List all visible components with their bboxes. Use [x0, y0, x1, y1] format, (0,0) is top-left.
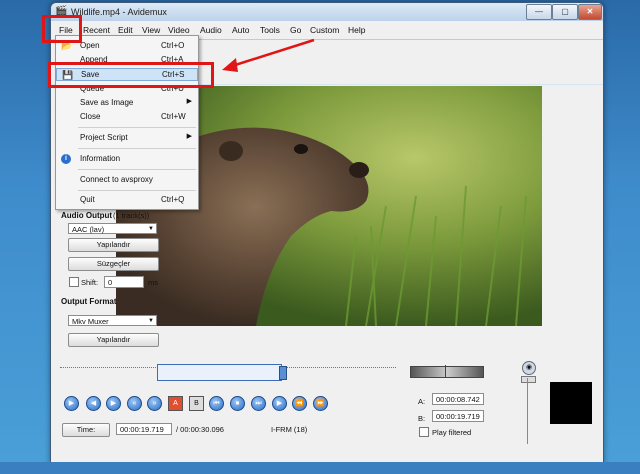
menu-item-save-as-image[interactable]: Save as Image ▶: [56, 97, 198, 110]
chevron-down-icon: ▼: [148, 226, 154, 232]
menu-item-information[interactable]: i Information: [56, 153, 198, 166]
title-bar: 🎬 Wildlife.mp4 - Avidemux — ▢ ✕: [51, 3, 603, 21]
last-frame-icon[interactable]: ▶: [272, 396, 287, 411]
frame-type: I-FRM (18): [271, 425, 308, 434]
menu-video[interactable]: Video: [168, 25, 190, 35]
play-icon[interactable]: ▶: [64, 396, 79, 411]
prev-cut-icon[interactable]: ⏮: [209, 396, 224, 411]
menu-item-project-script[interactable]: Project Script ▶: [56, 132, 198, 145]
audio-codec-value: AAC (lav): [72, 225, 105, 234]
muxer-configure-button[interactable]: Yapılandır: [68, 333, 159, 347]
shift-input[interactable]: 0: [104, 276, 144, 288]
menu-audio[interactable]: Audio: [200, 25, 222, 35]
menu-edit[interactable]: Edit: [118, 25, 133, 35]
menu-recent[interactable]: Recent: [83, 25, 110, 35]
maximize-button[interactable]: ▢: [552, 4, 578, 20]
time-button[interactable]: Time:: [62, 423, 110, 437]
muxer-select[interactable]: Mkv Muxer ▼: [68, 315, 157, 326]
rewind-icon[interactable]: ◀: [86, 396, 101, 411]
volume-slider-thumb[interactable]: [521, 376, 536, 383]
mini-preview: [550, 382, 592, 424]
menu-separator: [78, 127, 196, 128]
menu-item-quit[interactable]: Quit Ctrl+Q: [56, 194, 198, 207]
prev-keyframe-icon[interactable]: «: [127, 396, 142, 411]
menu-view[interactable]: View: [142, 25, 160, 35]
menu-item-label: Quit: [80, 195, 95, 204]
menu-item-label: Save as Image: [80, 98, 134, 107]
audio-track-count: (1 track(s)): [113, 211, 150, 220]
shift-checkbox[interactable]: [69, 277, 79, 287]
audio-filters-button[interactable]: Süzgeçler: [68, 257, 159, 271]
shift-label: Shift:: [81, 278, 99, 287]
info-icon: i: [61, 154, 71, 164]
menu-item-connect-avsproxy[interactable]: Connect to avsproxy: [56, 174, 198, 187]
end-icon[interactable]: ⏩: [313, 396, 328, 411]
menu-item-label: Information: [80, 154, 121, 163]
menu-item-shortcut: Ctrl+W: [161, 112, 186, 121]
marker-b-icon[interactable]: B: [189, 396, 204, 411]
audio-output-label: Audio Output: [61, 211, 113, 220]
close-button[interactable]: ✕: [578, 4, 602, 20]
minimize-button[interactable]: —: [526, 4, 552, 20]
timeline-slider-thumb[interactable]: [278, 366, 287, 380]
speaker-icon[interactable]: ◉: [522, 361, 536, 375]
save-item-highlight: [48, 62, 214, 88]
submenu-arrow-icon: ▶: [186, 98, 192, 105]
menu-item-label: Close: [80, 112, 101, 121]
marker-a-time: 00:00:08.742: [432, 393, 484, 405]
file-menu-highlight: [42, 15, 82, 43]
selection-range: [157, 364, 282, 381]
volume-slider[interactable]: [527, 378, 528, 444]
goto-b-icon[interactable]: ⏭: [251, 396, 266, 411]
jog-marker: [445, 365, 446, 377]
window-title: Wildlife.mp4 - Avidemux: [71, 7, 167, 17]
audio-configure-button[interactable]: Yapılandır: [68, 238, 159, 252]
submenu-arrow-icon: ▶: [186, 133, 192, 140]
desktop-strip: [0, 462, 640, 474]
first-frame-icon[interactable]: ⏪: [292, 396, 307, 411]
play-filtered-label: Play filtered: [432, 428, 472, 437]
menu-item-shortcut: Ctrl+Q: [161, 195, 185, 204]
total-time: / 00:00:30.096: [176, 425, 224, 434]
marker-b-label: B:: [418, 414, 426, 423]
annotation-arrow-icon: [222, 38, 315, 72]
menu-go[interactable]: Go: [290, 25, 301, 35]
menu-item-label: Open: [80, 41, 100, 50]
menu-tools[interactable]: Tools: [260, 25, 280, 35]
menu-auto[interactable]: Auto: [232, 25, 250, 35]
output-format-label: Output Format: [61, 297, 117, 306]
forward-icon[interactable]: ▶: [106, 396, 121, 411]
menu-item-shortcut: Ctrl+O: [161, 41, 185, 50]
marker-a-icon[interactable]: A: [168, 396, 183, 411]
goto-a-icon[interactable]: ⏹: [230, 396, 245, 411]
marker-a-label: A:: [418, 397, 426, 406]
play-filtered-checkbox[interactable]: [419, 427, 429, 437]
jog-shuttle[interactable]: [410, 366, 484, 378]
menu-item-label: Project Script: [80, 133, 128, 142]
audio-codec-select[interactable]: AAC (lav) ▼: [68, 223, 157, 234]
menu-separator: [78, 190, 196, 191]
menu-custom[interactable]: Custom: [310, 25, 339, 35]
shift-unit: ms: [148, 278, 158, 287]
menu-separator: [78, 169, 196, 170]
current-time-field[interactable]: 00:00:19.719: [116, 423, 172, 435]
menu-separator: [78, 148, 196, 149]
menu-item-close[interactable]: Close Ctrl+W: [56, 111, 198, 124]
marker-b-time: 00:00:19.719: [432, 410, 484, 422]
next-keyframe-icon[interactable]: »: [147, 396, 162, 411]
menu-help[interactable]: Help: [348, 25, 365, 35]
chevron-down-icon: ▼: [148, 318, 154, 324]
muxer-value: Mkv Muxer: [72, 317, 109, 326]
menu-item-label: Connect to avsproxy: [80, 175, 153, 184]
